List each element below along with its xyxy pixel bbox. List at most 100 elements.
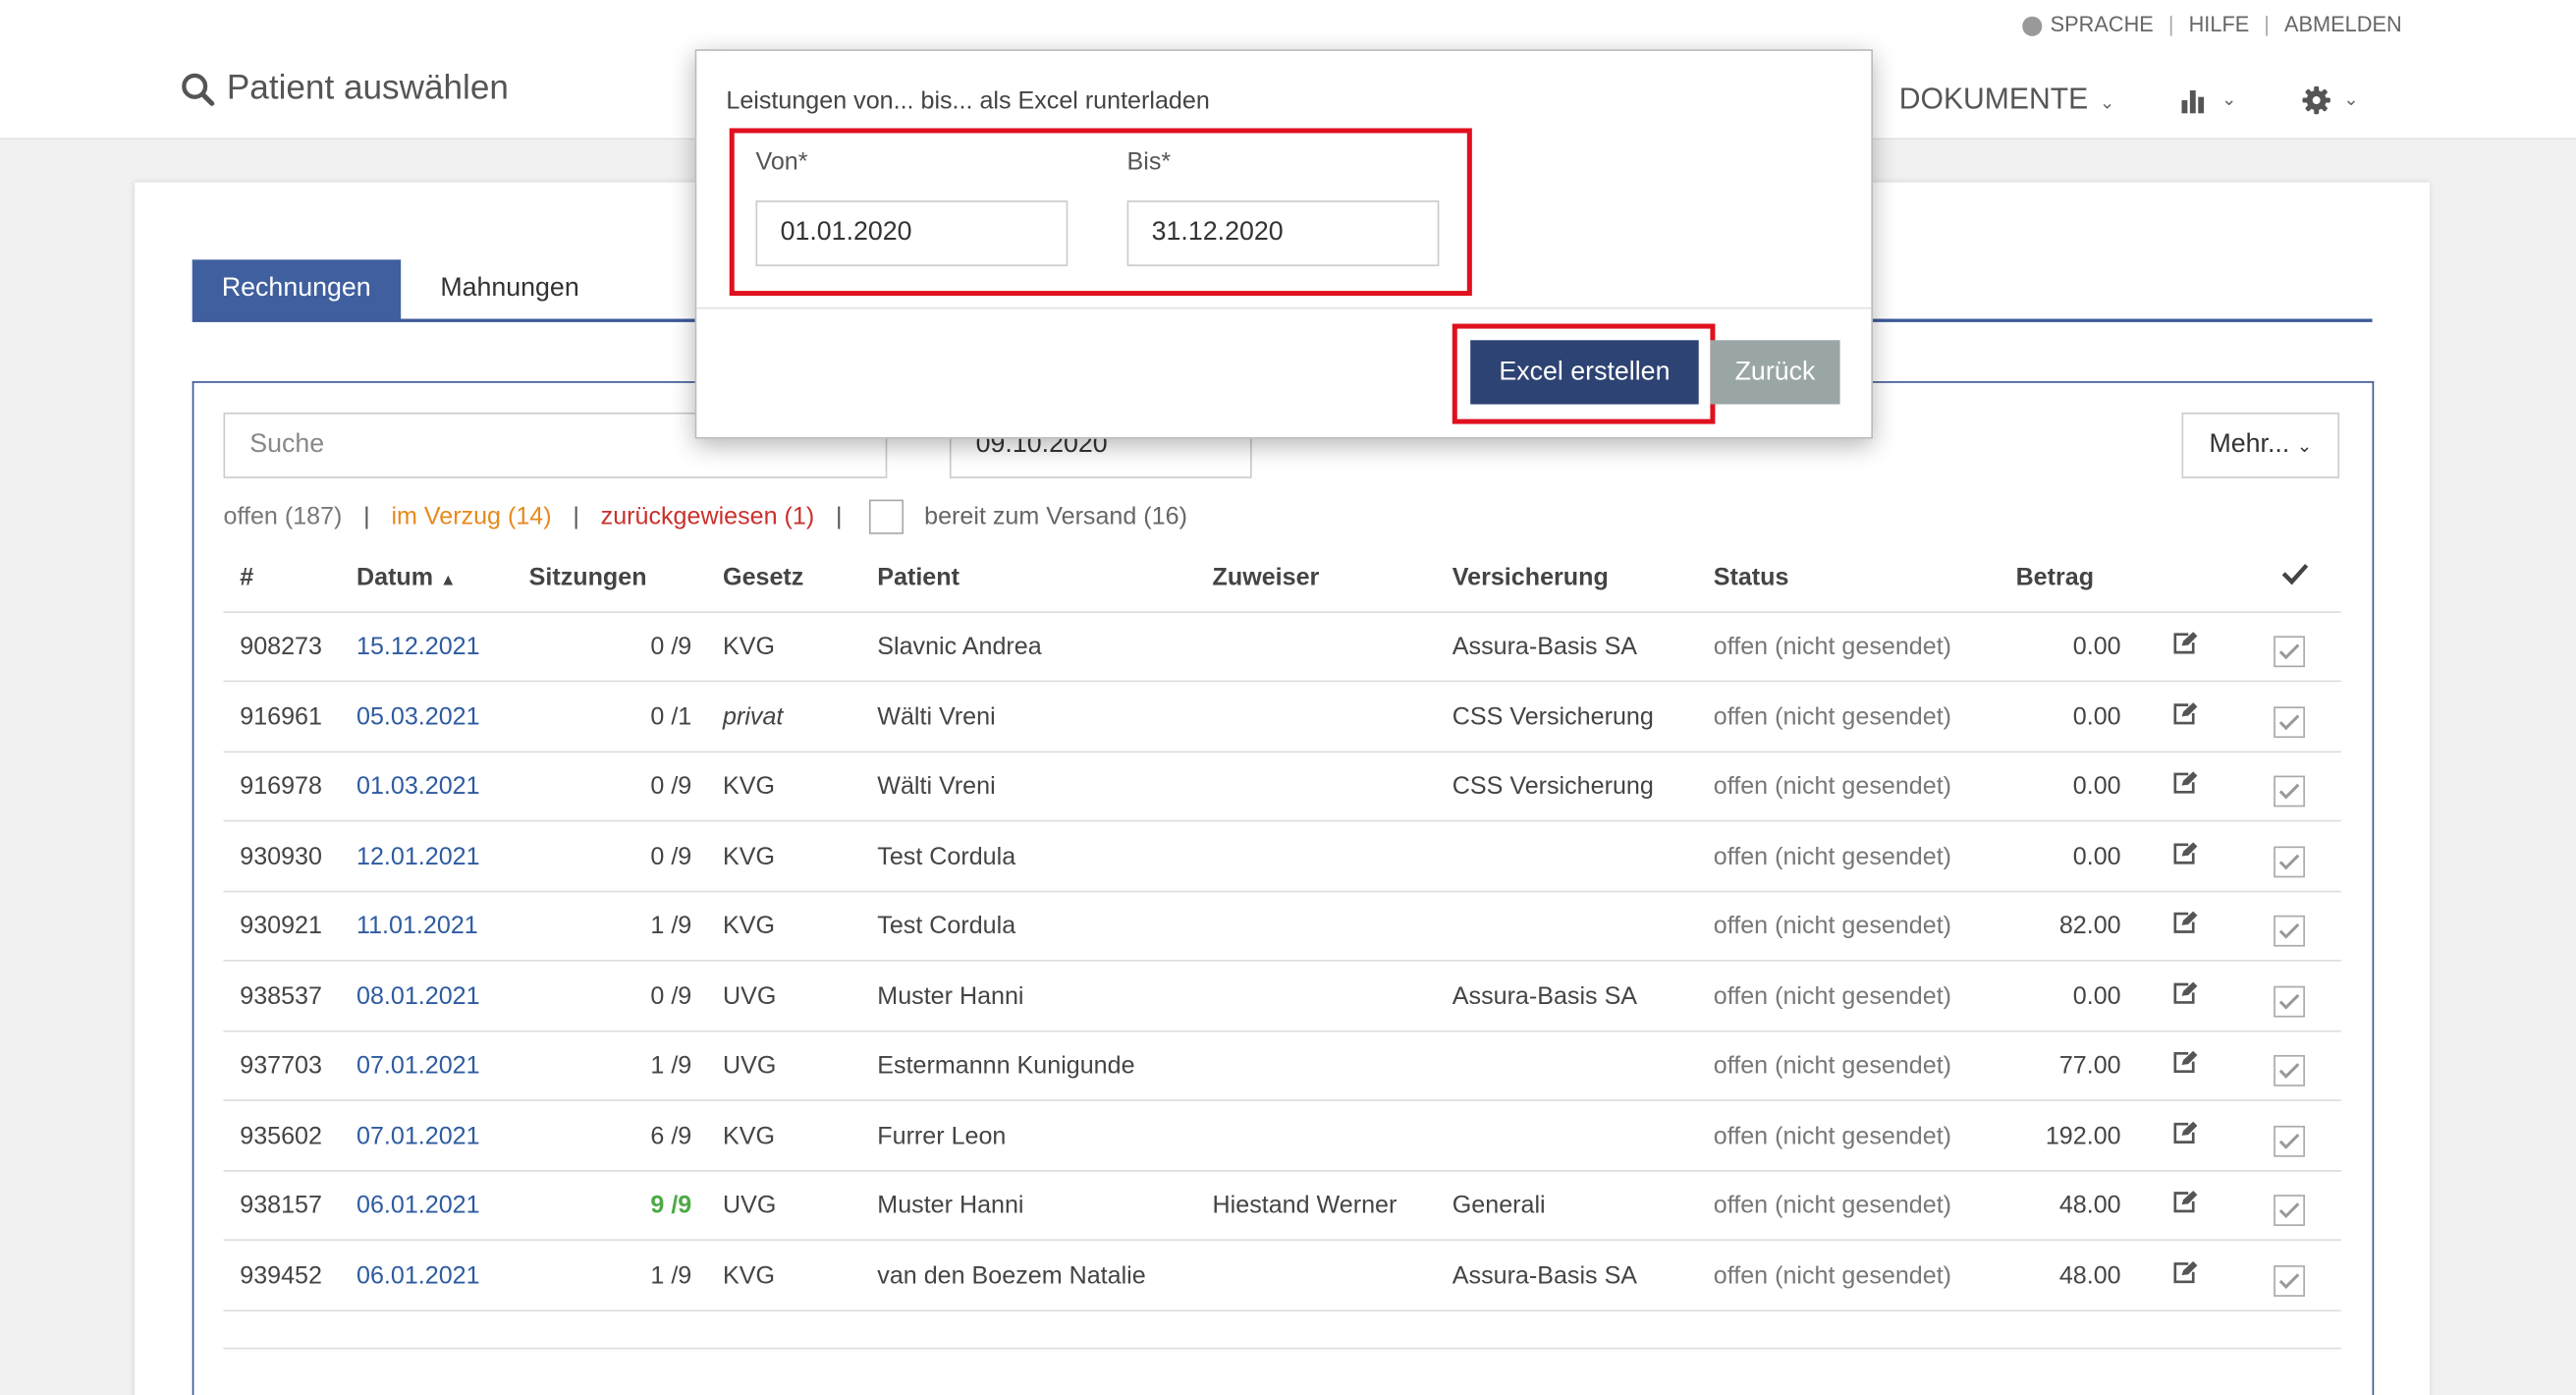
cell-zuweiser: Hiestand Werner <box>1212 1191 1398 1220</box>
col-header-status[interactable]: Status <box>1714 564 1789 591</box>
checkbox-checked-icon[interactable] <box>2274 775 2305 808</box>
nav-dokumente[interactable]: DOKUMENTE ⌄ <box>1899 83 2115 117</box>
cell-date-link[interactable]: 05.03.2021 <box>356 702 480 730</box>
table-row[interactable]: 916978 01.03.2021 0 /9 KVG Wälti Vreni CSS Ve… <box>223 751 2341 822</box>
language-link[interactable]: SPRACHE <box>2051 12 2154 36</box>
edit-icon[interactable] <box>2171 841 2198 872</box>
patient-search-label: Patient auswählen <box>226 69 509 107</box>
table-row[interactable]: 930930 12.01.2021 0 /9 KVG Test Cordula offen… <box>223 821 2341 892</box>
globe-icon <box>2022 15 2043 35</box>
cell-betrag: 0.00 <box>2072 702 2121 731</box>
checkbox-checked-icon[interactable] <box>2274 984 2305 1017</box>
cell-betrag: 0.00 <box>2072 842 2121 870</box>
cell-patient: Wälti Vreni <box>877 772 996 801</box>
checkbox-checked-icon[interactable] <box>2274 915 2305 947</box>
col-header-patient[interactable]: Patient <box>877 564 959 591</box>
cell-patient: Estermannn Kunigunde <box>877 1051 1135 1081</box>
cell-betrag: 0.00 <box>2072 981 2121 1010</box>
cell-gesetz: KVG <box>723 772 776 801</box>
cell-versicherung: Assura-Basis SA <box>1452 981 1638 1010</box>
table-row[interactable]: 937703 07.01.2021 1 /9 UVG Estermannn Kunigu… <box>223 1031 2341 1101</box>
table-row[interactable]: 935602 07.01.2021 6 /9 KVG Furrer Leon offen … <box>223 1100 2341 1171</box>
cell-versicherung: CSS Versicherung <box>1452 702 1654 731</box>
edit-icon[interactable] <box>2171 700 2198 732</box>
table-row[interactable]: 908273 15.12.2021 0 /9 KVG Slavnic Andrea Ass… <box>223 611 2341 683</box>
checkmark-icon[interactable] <box>2281 562 2309 591</box>
col-header-zuweiser[interactable]: Zuweiser <box>1213 564 1320 591</box>
edit-icon[interactable] <box>2171 631 2198 662</box>
checkbox-checked-icon[interactable] <box>2274 705 2305 738</box>
cell-date-link[interactable]: 06.01.2021 <box>356 1192 480 1219</box>
cell-patient: van den Boezem Natalie <box>877 1260 1146 1290</box>
col-header-datum[interactable]: Datum ▲ <box>356 564 457 591</box>
cell-betrag: 192.00 <box>2045 1121 2121 1150</box>
cell-patient: Slavnic Andrea <box>877 633 1042 661</box>
table-row[interactable]: 916961 05.03.2021 0 /1 privat Wälti Vreni CSS… <box>223 681 2341 753</box>
more-button[interactable]: Mehr... ⌄ <box>2181 412 2340 478</box>
excel-erstellen-button[interactable]: Excel erstellen <box>1470 340 1699 405</box>
nav-statistics[interactable]: ⌄ <box>2180 86 2236 113</box>
edit-icon[interactable] <box>2171 1120 2198 1151</box>
cell-status: offen (nicht gesendet) <box>1713 633 1952 661</box>
table-row[interactable]: 930921 11.01.2021 1 /9 KVG Test Cordula offen… <box>223 891 2341 962</box>
edit-icon[interactable] <box>2171 980 2198 1012</box>
checkbox-checked-icon[interactable] <box>2274 1264 2305 1297</box>
cell-sitzungen: 6 /9 <box>650 1121 692 1150</box>
cell-date-link[interactable]: 06.01.2021 <box>356 1261 480 1289</box>
logout-link[interactable]: ABMELDEN <box>2284 12 2402 36</box>
table-row[interactable]: 938537 08.01.2021 0 /9 UVG Muster Hanni Assur… <box>223 961 2341 1032</box>
cell-number: 939452 <box>240 1260 322 1290</box>
cell-betrag: 0.00 <box>2072 772 2121 801</box>
cell-number: 938537 <box>240 981 322 1010</box>
filter-bereit-checkbox[interactable] <box>868 499 904 534</box>
cell-date-link[interactable]: 01.03.2021 <box>356 772 480 800</box>
nav-settings[interactable]: ⌄ <box>2302 84 2359 114</box>
chevron-down-icon: ⌄ <box>2343 90 2359 111</box>
filter-zurueckgewiesen[interactable]: zurückgewiesen (1) <box>601 503 815 530</box>
cell-sitzungen: 0 /9 <box>650 981 692 1010</box>
filter-bereit[interactable]: bereit zum Versand (16) <box>924 503 1187 530</box>
cell-status: offen (nicht gesendet) <box>1713 772 1952 801</box>
checkbox-checked-icon[interactable] <box>2274 636 2305 668</box>
cell-date-link[interactable]: 11.01.2021 <box>356 912 478 939</box>
col-header-betrag[interactable]: Betrag <box>2016 564 2094 591</box>
edit-icon[interactable] <box>2171 1050 2198 1082</box>
cell-sitzungen: 0 /9 <box>650 842 692 870</box>
col-header-number[interactable]: # <box>240 564 253 591</box>
von-date-input[interactable]: 01.01.2020 <box>755 200 1069 266</box>
checkbox-checked-icon[interactable] <box>2274 1054 2305 1087</box>
table-row[interactable]: 939452 06.01.2021 1 /9 KVG van den Boezem Na… <box>223 1240 2341 1311</box>
cell-gesetz: KVG <box>723 1260 776 1290</box>
cell-status: offen (nicht gesendet) <box>1713 842 1952 870</box>
col-header-versicherung[interactable]: Versicherung <box>1452 564 1609 591</box>
edit-icon[interactable] <box>2171 1259 2198 1291</box>
cell-date-link[interactable]: 07.01.2021 <box>356 1052 480 1080</box>
cell-versicherung: Generali <box>1452 1191 1546 1220</box>
cell-date-link[interactable]: 15.12.2021 <box>356 633 480 660</box>
patient-search-trigger[interactable]: Patient auswählen <box>181 69 509 108</box>
cell-date-link[interactable]: 08.01.2021 <box>356 982 480 1010</box>
zurueck-button[interactable]: Zurück <box>1710 340 1840 405</box>
filter-offen[interactable]: offen (187) <box>224 503 343 530</box>
checkbox-checked-icon[interactable] <box>2274 1125 2305 1156</box>
cell-number: 908273 <box>240 633 322 661</box>
bar-chart-icon <box>2181 89 2205 113</box>
cell-versicherung: Assura-Basis SA <box>1452 633 1638 661</box>
cell-date-link[interactable]: 12.01.2021 <box>356 842 480 869</box>
tab-mahnungen[interactable]: Mahnungen <box>411 259 609 318</box>
checkbox-checked-icon[interactable] <box>2274 1195 2305 1226</box>
edit-icon[interactable] <box>2171 771 2198 803</box>
filter-verzug[interactable]: im Verzug (14) <box>391 503 551 530</box>
edit-icon[interactable] <box>2171 1190 2198 1221</box>
cell-status: offen (nicht gesendet) <box>1713 912 1952 940</box>
edit-icon[interactable] <box>2171 911 2198 942</box>
tab-rechnungen[interactable]: Rechnungen <box>192 259 401 319</box>
help-link[interactable]: HILFE <box>2189 12 2250 36</box>
col-header-sitzungen[interactable]: Sitzungen <box>529 564 647 591</box>
checkbox-checked-icon[interactable] <box>2274 845 2305 877</box>
col-header-datum-label: Datum <box>356 563 434 592</box>
bis-date-input[interactable]: 31.12.2020 <box>1126 200 1440 266</box>
col-header-gesetz[interactable]: Gesetz <box>723 564 803 591</box>
table-row[interactable]: 938157 06.01.2021 9 /9 UVG Muster Hanni Hiest… <box>223 1170 2341 1241</box>
cell-date-link[interactable]: 07.01.2021 <box>356 1122 480 1149</box>
